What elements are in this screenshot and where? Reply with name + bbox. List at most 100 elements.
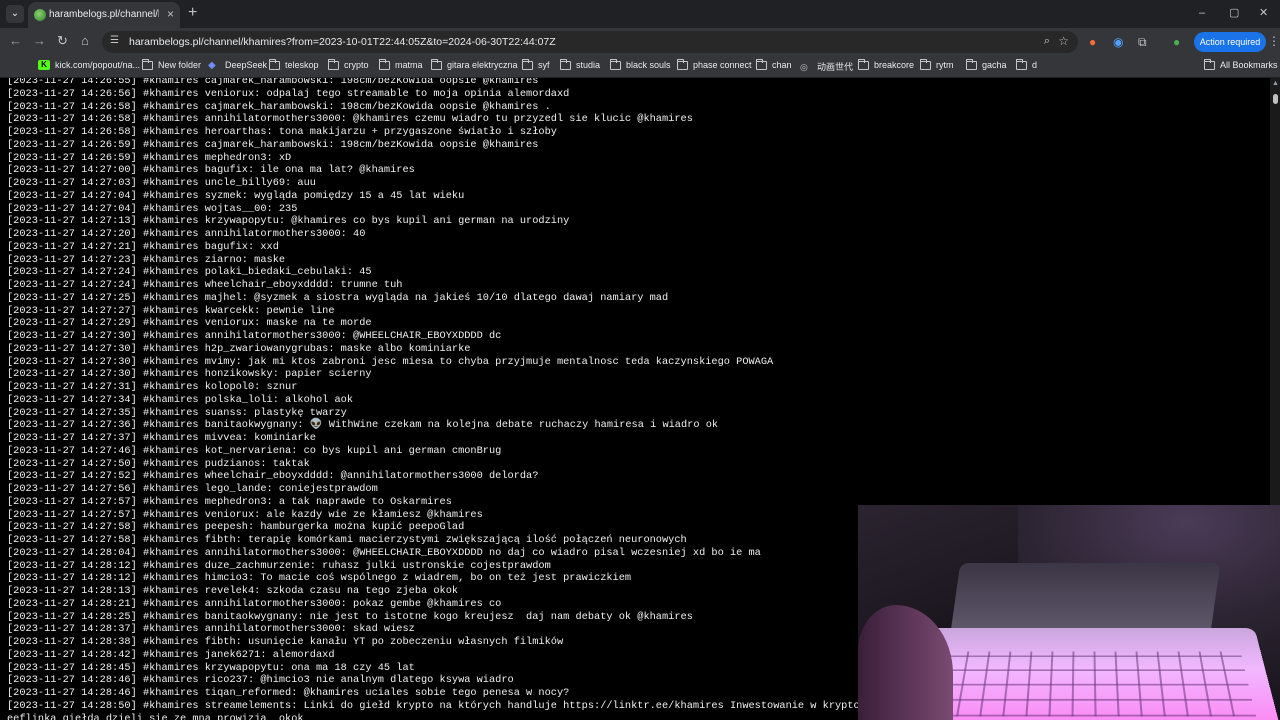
log-line: [2023-11-27 14:27:30] #khamires annihila… <box>7 330 502 342</box>
extension-audio-icon[interactable]: ◉ <box>1113 35 1123 49</box>
tab-close-icon[interactable]: × <box>167 7 174 21</box>
log-line: [2023-11-27 14:28:50] #khamires streamel… <box>7 699 891 712</box>
active-tab[interactable]: harambelogs.pl/channel/khamires × <box>28 2 180 28</box>
reload-button[interactable]: ↻ <box>57 34 68 48</box>
folder-icon <box>1016 58 1027 70</box>
bookmark-breakcore[interactable]: breakcore <box>858 58 914 70</box>
folder-icon <box>431 58 442 70</box>
scroll-up-icon[interactable]: ▲ <box>1272 80 1279 88</box>
url-text[interactable]: harambelogs.pl/channel/khamires?from=202… <box>129 36 556 48</box>
restore-button[interactable]: ▢ <box>1229 6 1239 20</box>
site-info-icon[interactable]: ☰ <box>110 35 119 46</box>
log-line: [2023-11-27 14:27:21] #khamires bagufix:… <box>7 240 279 253</box>
log-line: [2023-11-27 14:27:31] #khamires kolopol0… <box>7 381 298 393</box>
bookmark-matma[interactable]: matma <box>379 58 423 70</box>
log-line: [2023-11-27 14:27:13] #khamires krzywapo… <box>7 215 570 228</box>
tab-search-button[interactable]: ⌄ <box>6 5 24 23</box>
log-line: [2023-11-27 14:26:58] #khamires cajmarek… <box>7 100 551 113</box>
bookmark-new-folder[interactable]: New folder <box>142 58 201 70</box>
log-line: [2023-11-27 14:27:04] #khamires syzmek: … <box>7 189 465 202</box>
bookmark-rytm[interactable]: rytm <box>920 58 954 70</box>
address-bar[interactable]: ☰ harambelogs.pl/channel/khamires?from=2… <box>102 31 1078 53</box>
bookmark-gitara[interactable]: gitara elektryczna <box>431 58 518 70</box>
log-line: [2023-11-27 14:27:20] #khamires annihila… <box>7 228 366 240</box>
bookmark-teleskop[interactable]: teleskop <box>269 58 319 70</box>
bookmark-star-icon[interactable]: ☆ <box>1058 34 1069 48</box>
deepseek-icon: ◆ <box>208 60 216 71</box>
log-line: [2023-11-27 14:27:24] #khamires polaki_b… <box>7 266 372 279</box>
log-line: [2023-11-27 14:27:03] #khamires uncle_bi… <box>7 177 316 189</box>
zoom-icon[interactable]: ⌕ <box>1044 35 1050 48</box>
profile-avatar-icon[interactable]: ● <box>1173 35 1180 49</box>
log-line: [2023-11-27 14:28:38] #khamires fibth: u… <box>7 636 564 648</box>
bookmark-anime[interactable]: ◎ 动画世代 <box>800 60 853 73</box>
log-line: [2023-11-27 14:26:56] #khamires veniorux… <box>7 87 570 100</box>
browser-menu-icon[interactable]: ⋮ <box>1268 34 1280 48</box>
folder-icon <box>920 58 931 70</box>
log-line: [2023-11-27 14:27:57] #khamires mephedro… <box>7 495 452 508</box>
browser-toolbar: ← → ↻ ⌂ ☰ harambelogs.pl/channel/khamire… <box>0 28 1280 56</box>
log-line: [2023-11-27 14:26:58] #khamires annihila… <box>7 113 693 126</box>
bookmark-crypto[interactable]: crypto <box>328 58 369 70</box>
bookmark-d[interactable]: d <box>1016 58 1037 70</box>
log-line: [2023-11-27 14:28:12] #khamires himcio3:… <box>7 572 632 585</box>
folder-icon <box>858 58 869 70</box>
kick-icon: K <box>38 60 50 70</box>
globe-icon: ◎ <box>800 61 808 72</box>
chat-log: [2023-11-27 14:26:55] #khamires cajmarek… <box>7 78 891 720</box>
log-line: [2023-11-27 14:27:46] #khamires kot_nerv… <box>7 444 502 457</box>
bookmark-kick[interactable]: Kkick.com/popout/na... <box>38 60 140 70</box>
log-line: [2023-11-27 14:27:30] #khamires honzikow… <box>7 368 372 381</box>
bookmark-deepseek[interactable]: ◆ DeepSeek <box>208 60 267 71</box>
log-line: [2023-11-27 14:26:55] #khamires cajmarek… <box>7 78 539 87</box>
bookmark-black-souls[interactable]: black souls <box>610 58 671 70</box>
log-line: [2023-11-27 14:27:35] #khamires suanss: … <box>7 406 347 419</box>
log-line: [2023-11-27 14:27:52] #khamires wheelcha… <box>7 470 539 483</box>
log-line: [2023-11-27 14:28:04] #khamires annihila… <box>7 546 761 559</box>
extensions-puzzle-icon[interactable]: ⧉ <box>1138 35 1147 49</box>
back-button[interactable]: ← <box>9 34 22 48</box>
webcam-overlay <box>858 505 1280 720</box>
log-line: [2023-11-27 14:27:24] #khamires wheelcha… <box>7 279 403 291</box>
forward-button[interactable]: → <box>33 34 46 48</box>
tab-favicon-icon <box>34 9 46 21</box>
log-line: [2023-11-27 14:28:21] #khamires annihila… <box>7 597 502 610</box>
log-line: [2023-11-27 14:27:37] #khamires mivvea: … <box>7 432 316 444</box>
log-line: [2023-11-27 14:27:58] #khamires fibth: t… <box>7 534 687 546</box>
log-line: eeflinka giełda dzieli się ze mną prowiz… <box>7 712 304 720</box>
log-line: [2023-11-27 14:27:27] #khamires kwarcekk… <box>7 304 335 317</box>
log-line: [2023-11-27 14:27:34] #khamires polska_l… <box>7 393 354 406</box>
log-line: [2023-11-27 14:28:46] #khamires rico237:… <box>7 674 514 687</box>
extension-fox-icon[interactable]: ● <box>1089 35 1096 49</box>
tab-strip: ⌄ harambelogs.pl/channel/khamires × + – … <box>0 0 1280 28</box>
log-line: [2023-11-27 14:27:25] #khamires majhel: … <box>7 291 669 304</box>
laptop-keys <box>909 651 1257 717</box>
log-line: [2023-11-27 14:27:23] #khamires ziarno: … <box>7 253 286 266</box>
folder-icon <box>966 58 977 70</box>
log-line: [2023-11-27 14:27:36] #khamires banitaok… <box>7 419 719 432</box>
close-window-button[interactable]: ✕ <box>1259 6 1268 20</box>
log-line: [2023-11-27 14:27:57] #khamires veniorux… <box>7 508 483 521</box>
log-line: [2023-11-27 14:27:30] #khamires h2p_zwar… <box>7 342 471 355</box>
scroll-thumb[interactable] <box>1273 94 1278 104</box>
folder-icon <box>756 58 767 70</box>
new-tab-button[interactable]: + <box>188 5 197 21</box>
bookmark-chan[interactable]: chan <box>756 58 792 70</box>
log-line: [2023-11-27 14:27:04] #khamires wojtas__… <box>7 202 298 215</box>
log-line: [2023-11-27 14:27:56] #khamires lego_lan… <box>7 483 378 495</box>
log-line: [2023-11-27 14:27:58] #khamires peepesh:… <box>7 521 465 534</box>
bookmark-studia[interactable]: studia <box>560 58 600 70</box>
bookmark-gacha[interactable]: gacha <box>966 58 1007 70</box>
log-line: [2023-11-27 14:27:00] #khamires bagufix:… <box>7 164 415 177</box>
action-required-button[interactable]: Action required <box>1194 32 1266 52</box>
log-line: [2023-11-27 14:28:12] #khamires duze_zac… <box>7 559 551 572</box>
home-button[interactable]: ⌂ <box>81 34 89 48</box>
bookmark-syf[interactable]: syf <box>522 58 550 70</box>
log-line: [2023-11-27 14:28:37] #khamires annihila… <box>7 623 415 636</box>
all-bookmarks-button[interactable]: All Bookmarks <box>1204 58 1278 70</box>
minimize-button[interactable]: – <box>1199 6 1205 20</box>
folder-icon <box>560 58 571 70</box>
folder-icon <box>269 58 280 70</box>
folder-icon <box>1204 58 1215 70</box>
bookmark-phase-connect[interactable]: phase connect <box>677 58 752 70</box>
